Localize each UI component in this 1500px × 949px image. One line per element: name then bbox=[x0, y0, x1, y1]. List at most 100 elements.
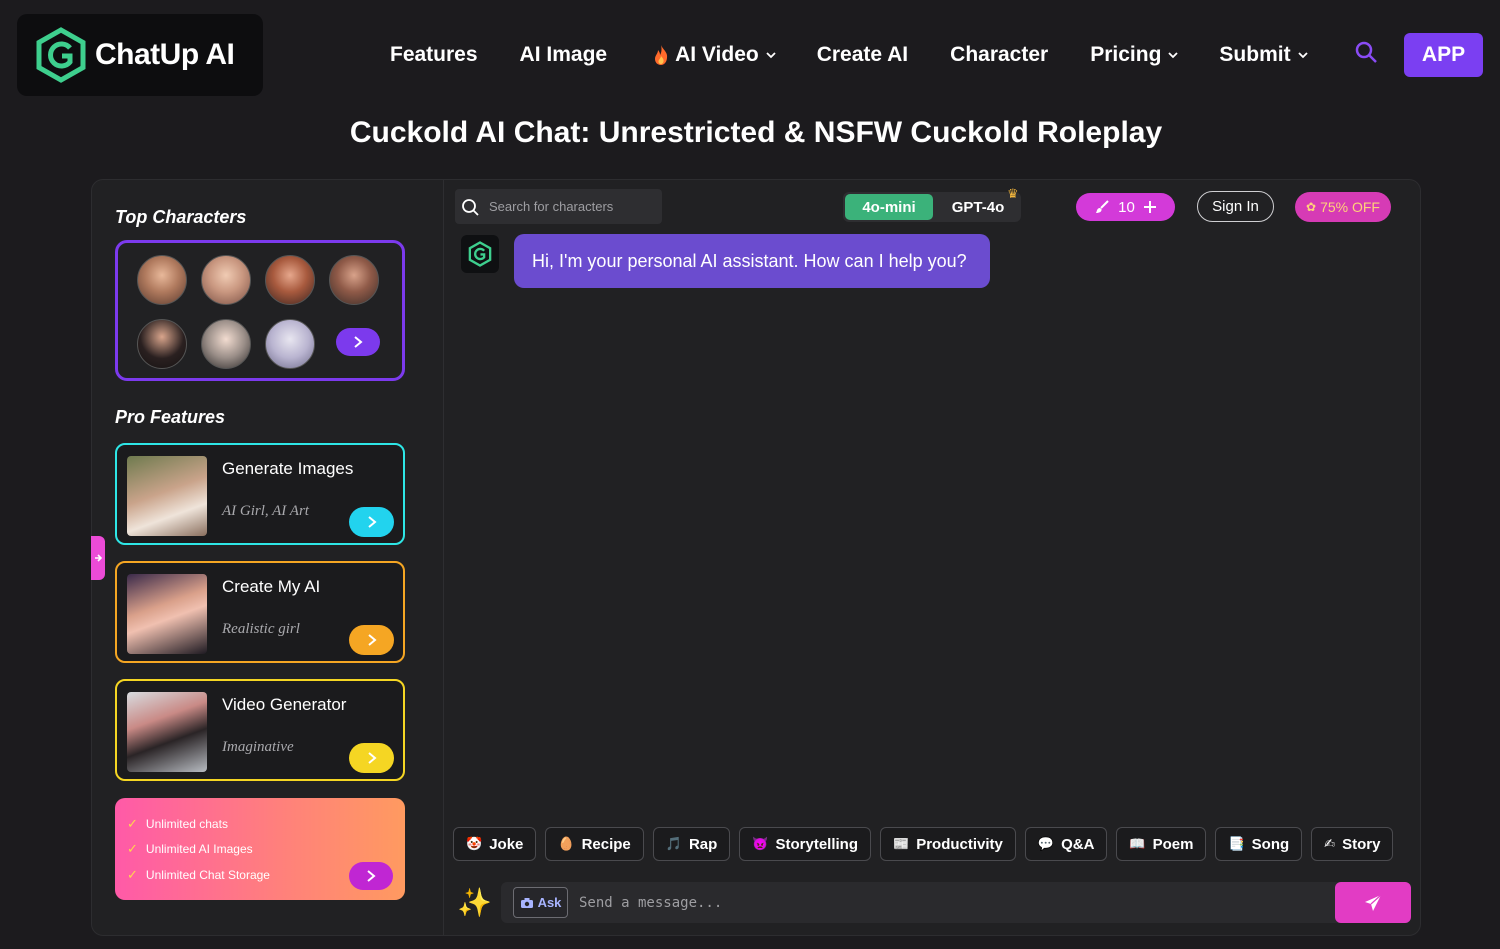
chip-label: Song bbox=[1251, 835, 1290, 853]
chevron-right-icon bbox=[354, 336, 363, 348]
nav-submit[interactable]: Submit bbox=[1219, 43, 1308, 67]
pro-features-heading: Pro Features bbox=[115, 407, 226, 427]
generate-images-thumbnail bbox=[127, 456, 207, 536]
logo-text: ChatUp AI bbox=[95, 38, 235, 71]
chevron-down-icon bbox=[1168, 52, 1179, 59]
book-icon: 📖 bbox=[1129, 836, 1146, 851]
pro-feature-create-my-ai[interactable]: Create My AI Realistic girl bbox=[115, 561, 405, 663]
nav-create-ai[interactable]: Create AI bbox=[817, 43, 908, 67]
music-note-icon: 🎵 bbox=[665, 836, 682, 851]
bookmark-tabs-icon: 📑 bbox=[1228, 836, 1245, 851]
credits-count: 10 bbox=[1118, 198, 1135, 216]
pro-feature-subtitle: Imaginative bbox=[222, 739, 294, 755]
pro-feature-video-generator[interactable]: Video Generator Imaginative bbox=[115, 679, 405, 781]
prompt-chip-joke[interactable]: 🤡 Joke bbox=[453, 827, 537, 861]
chevron-right-icon bbox=[367, 634, 377, 646]
generate-images-go-button[interactable] bbox=[349, 507, 394, 537]
discount-badge[interactable]: ✿ 75% OFF bbox=[1295, 192, 1391, 222]
chip-label: Joke bbox=[489, 835, 524, 853]
chip-label: Storytelling bbox=[775, 835, 859, 853]
model-option-gpt-4o[interactable]: GPT-4o bbox=[939, 194, 1017, 220]
chevron-down-icon bbox=[766, 52, 776, 59]
magic-wand-icon[interactable]: ✨ bbox=[457, 886, 492, 919]
promo-item-label: Unlimited chats bbox=[145, 817, 228, 831]
prompt-chip-productivity[interactable]: 📰 Productivity bbox=[880, 827, 1016, 861]
nav-pricing-label: Pricing bbox=[1090, 43, 1162, 66]
sidebar: Top Characters Pro Features Generate Ima… bbox=[92, 180, 444, 935]
nav-ai-video[interactable]: AI Video bbox=[653, 43, 777, 67]
character-avatar[interactable] bbox=[137, 319, 187, 369]
model-toggle: 4o-mini GPT-4o bbox=[843, 192, 1021, 222]
nav-ai-video-label: AI Video bbox=[675, 43, 759, 66]
more-characters-button[interactable] bbox=[336, 328, 380, 356]
prompt-chip-recipe[interactable]: 🥚 Recipe bbox=[545, 827, 644, 861]
character-search-input[interactable] bbox=[489, 199, 649, 214]
chip-label: Q&A bbox=[1061, 835, 1095, 853]
character-avatar[interactable] bbox=[201, 319, 251, 369]
chatup-logo-icon bbox=[468, 241, 492, 267]
nav-character[interactable]: Character bbox=[950, 43, 1048, 67]
prompt-chip-story[interactable]: ✍ Story bbox=[1311, 827, 1394, 861]
main-nav: Features AI Image AI Video Create AI Cha… bbox=[390, 38, 1309, 72]
chevron-right-icon bbox=[367, 870, 376, 882]
upgrade-go-button[interactable] bbox=[349, 862, 393, 890]
character-avatar[interactable] bbox=[137, 255, 187, 305]
message-composer: Ask bbox=[501, 882, 1411, 923]
character-avatar[interactable] bbox=[329, 255, 379, 305]
chevron-down-icon bbox=[1297, 52, 1308, 59]
prompt-chip-qa[interactable]: 💬 Q&A bbox=[1024, 827, 1108, 861]
chip-label: Recipe bbox=[581, 835, 631, 853]
character-search[interactable] bbox=[455, 189, 662, 224]
video-generator-go-button[interactable] bbox=[349, 743, 394, 773]
nav-ai-image-label: AI Image bbox=[519, 43, 608, 66]
egg-icon: 🥚 bbox=[558, 836, 575, 851]
ask-image-button[interactable]: Ask bbox=[513, 887, 568, 918]
prompt-chip-song[interactable]: 📑 Song bbox=[1215, 827, 1303, 861]
send-button[interactable] bbox=[1335, 882, 1411, 923]
prompt-chip-storytelling[interactable]: 👿 Storytelling bbox=[739, 827, 872, 861]
chatup-logo-icon bbox=[36, 27, 86, 83]
crown-icon: ♛ bbox=[1007, 186, 1019, 201]
pro-feature-title: Video Generator bbox=[222, 695, 347, 714]
chip-label: Story bbox=[1342, 835, 1381, 853]
search-icon bbox=[462, 198, 479, 216]
app-button[interactable]: APP bbox=[1404, 33, 1483, 77]
chevron-right-icon bbox=[367, 516, 377, 528]
prompt-chip-poem[interactable]: 📖 Poem bbox=[1116, 827, 1207, 861]
promo-item-label: Unlimited Chat Storage bbox=[145, 868, 270, 882]
message-input[interactable] bbox=[579, 888, 1319, 917]
page-title: Cuckold AI Chat: Unrestricted & NSFW Cuc… bbox=[349, 116, 1163, 149]
assistant-message: Hi, I'm your personal AI assistant. How … bbox=[514, 234, 990, 288]
clown-icon: 🤡 bbox=[466, 836, 483, 851]
newspaper-icon: 📰 bbox=[893, 836, 910, 851]
nav-features[interactable]: Features bbox=[390, 43, 478, 67]
check-icon: ✓ bbox=[127, 841, 138, 856]
pro-feature-subtitle: AI Girl, AI Art bbox=[222, 503, 309, 519]
ask-label: Ask bbox=[537, 895, 562, 910]
pro-feature-generate-images[interactable]: Generate Images AI Girl, AI Art bbox=[115, 443, 405, 545]
nav-submit-label: Submit bbox=[1219, 43, 1291, 66]
character-avatar[interactable] bbox=[265, 255, 315, 305]
logo[interactable]: ChatUp AI bbox=[17, 14, 263, 96]
character-avatar[interactable] bbox=[265, 319, 315, 369]
promo-item: ✓ Unlimited Chat Storage bbox=[127, 867, 270, 883]
nav-create-ai-label: Create AI bbox=[816, 43, 909, 66]
create-my-ai-go-button[interactable] bbox=[349, 625, 394, 655]
search-icon[interactable] bbox=[1354, 40, 1378, 64]
prompt-chip-rap[interactable]: 🎵 Rap bbox=[652, 827, 731, 861]
send-icon bbox=[1365, 894, 1382, 911]
premium-promo-card[interactable]: ✓ Unlimited chats ✓ Unlimited AI Images … bbox=[115, 798, 405, 900]
model-option-4o-mini[interactable]: 4o-mini bbox=[845, 194, 933, 220]
plus-icon bbox=[1143, 201, 1156, 213]
speech-bubble-icon: 💬 bbox=[1037, 836, 1055, 851]
sign-in-button[interactable]: Sign In bbox=[1197, 191, 1274, 222]
credits-badge[interactable]: 10 bbox=[1076, 193, 1175, 221]
create-my-ai-thumbnail bbox=[127, 574, 207, 654]
nav-features-label: Features bbox=[390, 43, 478, 66]
nav-ai-image[interactable]: AI Image bbox=[520, 43, 608, 67]
promo-item-label: Unlimited AI Images bbox=[145, 842, 253, 856]
sidebar-collapse-tab[interactable] bbox=[91, 536, 105, 580]
nav-pricing[interactable]: Pricing bbox=[1090, 43, 1179, 67]
arrow-right-icon bbox=[95, 554, 102, 562]
character-avatar[interactable] bbox=[201, 255, 251, 305]
